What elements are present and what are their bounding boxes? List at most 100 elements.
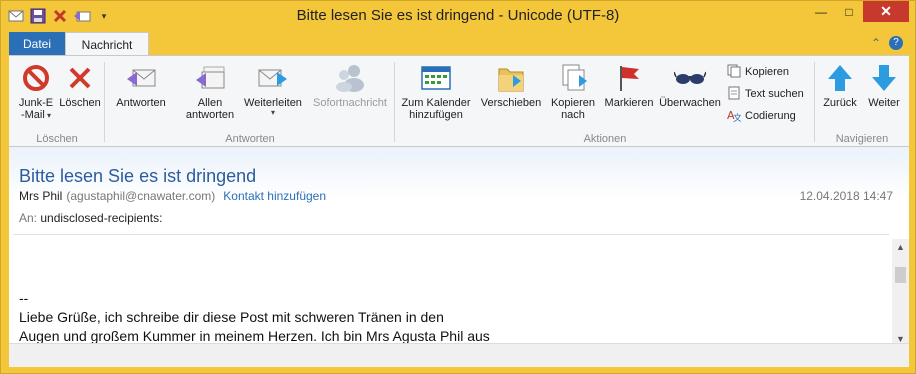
sender-address: (agustaphil@cnawater.com): [66, 189, 216, 203]
dropdown-icon[interactable]: ▾: [95, 7, 113, 25]
encoding-button[interactable]: A文 Codierung: [727, 106, 796, 126]
add-to-calendar-button[interactable]: Zum Kalender hinzufügen: [399, 62, 473, 121]
reply-icon[interactable]: [73, 7, 91, 25]
copy-icon: [727, 64, 741, 81]
message-date: 12.04.2018 14:47: [799, 189, 893, 203]
group-reply: Antworten Allen antworten Weiterleiten ▾: [105, 56, 395, 148]
back-button[interactable]: Zurück: [819, 62, 861, 109]
move-label: Verschieben: [480, 97, 542, 109]
next-button[interactable]: Weiter: [863, 62, 905, 109]
flag-label: Markieren: [604, 97, 654, 109]
scroll-up-icon[interactable]: ▲: [892, 239, 909, 255]
ribbon: Junk-E -Mail ▾ Löschen Löschen Antworten: [9, 55, 909, 147]
forward-button[interactable]: Weiterleiten ▾: [239, 62, 307, 117]
message-body: -- Liebe Grüße, ich schreibe dir diese P…: [19, 289, 879, 346]
window-title: Bitte lesen Sie es ist dringend - Unicod…: [296, 7, 620, 24]
delete-label: Löschen: [59, 97, 101, 109]
people-icon: [334, 62, 366, 94]
to-label: An:: [19, 211, 38, 225]
junk-mail-button[interactable]: Junk-E -Mail ▾: [13, 62, 59, 121]
glasses-icon: [674, 62, 706, 94]
copy-to-label-2: nach: [561, 109, 585, 121]
chevron-down-icon: ▾: [270, 108, 275, 117]
reply-all-button[interactable]: Allen antworten: [179, 62, 241, 121]
title-bar: ▾ Bitte lesen Sie es ist dringend - Unic…: [1, 1, 915, 32]
collapse-ribbon-icon[interactable]: ⌃: [871, 36, 881, 50]
group-actions: Zum Kalender hinzufügen Verschieben Kopi…: [395, 56, 815, 148]
recipients-line: An: undisclosed-recipients:: [19, 211, 162, 225]
back-label: Zurück: [823, 97, 857, 109]
ribbon-tabs: Datei Nachricht ⌃ ?: [9, 32, 909, 56]
junk-mail-label-1: Junk-E: [18, 97, 54, 109]
copy-to-label-1: Kopieren: [550, 97, 596, 109]
forward-icon: [257, 62, 289, 94]
reply-button[interactable]: Antworten: [113, 62, 169, 109]
group-label-reply: Antworten: [225, 133, 275, 145]
find-text-button[interactable]: Text suchen: [727, 84, 804, 104]
tab-file[interactable]: Datei: [9, 32, 65, 56]
scroll-thumb[interactable]: [895, 267, 906, 283]
group-delete: Junk-E -Mail ▾ Löschen Löschen: [9, 56, 105, 148]
junk-icon: [20, 62, 52, 94]
quick-access-toolbar: ▾: [7, 7, 113, 25]
minimize-button[interactable]: —: [807, 1, 835, 22]
vertical-scrollbar[interactable]: ▲ ▼: [892, 239, 909, 347]
sender-line: Mrs Phil (agustaphil@cnawater.com) Kontakt…: [19, 189, 326, 203]
reply-all-icon: [194, 62, 226, 94]
delete-button[interactable]: Löschen: [57, 62, 103, 109]
group-label-actions: Aktionen: [583, 133, 627, 145]
tab-message[interactable]: Nachricht: [65, 32, 149, 56]
sender-name[interactable]: Mrs Phil: [19, 189, 62, 203]
find-label: Text suchen: [745, 88, 804, 100]
message-header: Bitte lesen Sie es ist dringend Mrs Phil…: [9, 147, 909, 233]
mail-icon[interactable]: [7, 7, 25, 25]
encoding-icon: A文: [727, 108, 742, 125]
maximize-button[interactable]: □: [835, 1, 863, 22]
calendar-icon: [420, 62, 452, 94]
message-subject: Bitte lesen Sie es ist dringend: [19, 166, 257, 186]
watch-button[interactable]: Überwachen: [657, 62, 723, 109]
ribbon-options: ⌃ ?: [871, 36, 903, 50]
message-pane: Bitte lesen Sie es ist dringend Mrs Phil…: [9, 147, 909, 367]
group-label-delete: Löschen: [36, 133, 78, 145]
reply-arrow-icon: [125, 62, 157, 94]
reply-all-label-2: antworten: [185, 109, 235, 121]
window-controls: — □ ✕: [807, 1, 909, 22]
reply-all-label-1: Allen: [197, 97, 223, 109]
delete-x-icon: [64, 62, 96, 94]
instant-message-label: Sofortnachricht: [313, 97, 387, 109]
flag-icon: [613, 62, 645, 94]
add-contact-link[interactable]: Kontakt hinzufügen: [223, 189, 326, 203]
chevron-down-icon: ▾: [44, 111, 52, 120]
svg-text:文: 文: [733, 112, 741, 122]
body-line: --: [19, 290, 29, 306]
find-icon: [727, 86, 741, 103]
calendar-label-1: Zum Kalender: [401, 97, 471, 109]
instant-message-button[interactable]: Sofortnachricht: [307, 62, 393, 109]
reply-label: Antworten: [116, 97, 166, 109]
flag-button[interactable]: Markieren: [601, 62, 657, 109]
arrow-down-icon: [868, 62, 900, 94]
group-label-navigate: Navigieren: [835, 133, 889, 145]
copy-to-button[interactable]: Kopieren nach: [545, 62, 601, 121]
watch-label: Überwachen: [659, 97, 721, 109]
header-divider: [13, 234, 889, 235]
junk-mail-label-2: -Mail: [20, 109, 45, 121]
copy-button[interactable]: Kopieren: [727, 62, 789, 82]
mail-window: ▾ Bitte lesen Sie es ist dringend - Unic…: [0, 0, 916, 374]
close-button[interactable]: ✕: [863, 1, 909, 22]
calendar-label-2: hinzufügen: [409, 109, 463, 121]
delete-icon[interactable]: [51, 7, 69, 25]
body-line: Liebe Grüße, ich schreibe dir diese Post…: [19, 309, 444, 325]
help-icon[interactable]: ?: [889, 36, 903, 50]
copy-label: Kopieren: [745, 66, 790, 78]
small-actions: Kopieren Text suchen A文 Codierung: [727, 62, 817, 128]
move-button[interactable]: Verschieben: [477, 62, 545, 109]
status-bar: [9, 343, 909, 367]
copy-doc-icon: [557, 62, 589, 94]
folder-move-icon: [495, 62, 527, 94]
arrow-up-icon: [824, 62, 856, 94]
save-icon[interactable]: [29, 7, 47, 25]
group-navigate: Zurück Weiter Navigieren: [815, 56, 909, 148]
to-value: undisclosed-recipients:: [40, 211, 163, 225]
